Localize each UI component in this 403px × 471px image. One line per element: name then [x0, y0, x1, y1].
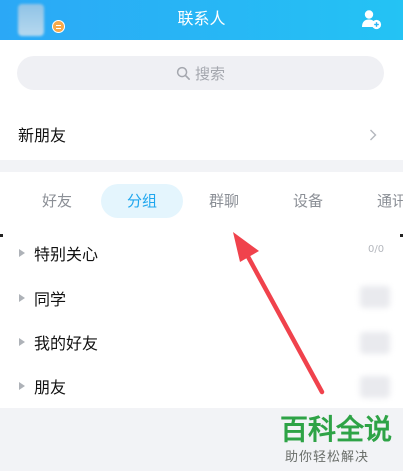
contacts-tab-bar: 好友 分组 群聊 设备 通讯	[0, 184, 403, 220]
tab-devices[interactable]: 设备	[293, 184, 323, 218]
search-placeholder-wrap: 搜索	[17, 56, 384, 90]
expand-arrow-icon	[19, 382, 25, 390]
blurred-count	[360, 376, 390, 398]
expand-arrow-icon	[19, 338, 25, 346]
expand-arrow-icon	[19, 294, 25, 302]
tab-group-chats[interactable]: 群聊	[209, 184, 239, 218]
group-row[interactable]: 特别关心 0/0	[0, 231, 403, 275]
search-input[interactable]: 搜索	[17, 56, 384, 90]
page-title: 联系人	[177, 9, 226, 28]
group-label: 我的好友	[34, 334, 99, 353]
screen-edge-mark	[0, 234, 3, 237]
group-count: 0/0	[368, 244, 385, 255]
blurred-count	[360, 332, 390, 354]
expand-arrow-icon	[19, 249, 25, 257]
group-row[interactable]: 朋友	[0, 364, 403, 408]
group-row[interactable]: 我的好友	[0, 320, 403, 364]
search-placeholder: 搜索	[194, 64, 225, 83]
tab-friends[interactable]: 好友	[42, 184, 72, 218]
watermark-logo: 百科全说 助你轻松解决	[270, 408, 400, 470]
tab-address-book[interactable]: 通讯	[377, 184, 403, 218]
watermark-title: 百科全说	[280, 413, 393, 446]
new-friend-row[interactable]: 新朋友	[0, 108, 403, 160]
search-icon	[176, 66, 190, 80]
blurred-count	[360, 286, 390, 308]
group-label: 朋友	[34, 378, 67, 397]
group-label: 特别关心	[34, 245, 99, 264]
add-contact-icon[interactable]	[360, 8, 382, 30]
group-row[interactable]: 同学	[0, 276, 403, 320]
new-friend-label: 新朋友	[18, 126, 67, 145]
group-label: 同学	[34, 290, 67, 309]
top-bar: 联系人	[0, 0, 403, 40]
chevron-right-icon	[370, 129, 377, 141]
watermark-subtitle: 助你轻松解决	[285, 450, 370, 465]
tab-groups[interactable]: 分组	[101, 184, 183, 218]
